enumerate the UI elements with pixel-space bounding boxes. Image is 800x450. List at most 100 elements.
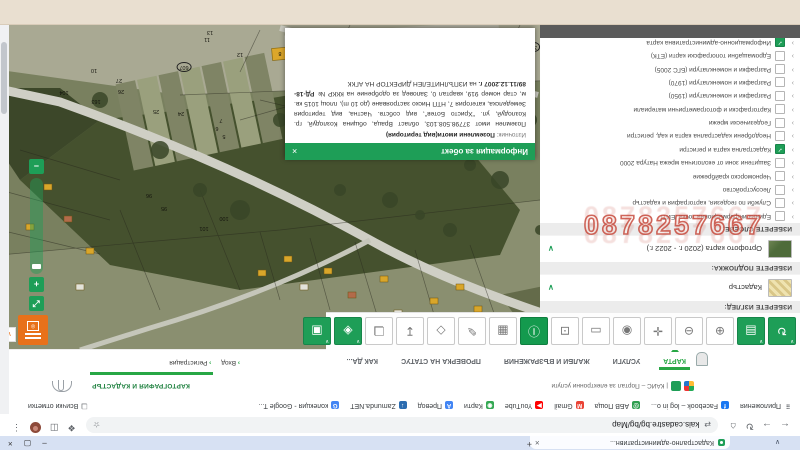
view-selector[interactable]: Кадастър ∨ xyxy=(540,274,800,301)
layer-checkbox[interactable]: ✓ xyxy=(775,64,785,74)
layer-row[interactable]: › ✓ Защитени зони от екологична мрежа На… xyxy=(540,156,800,169)
window-maximize-button[interactable]: ▢ xyxy=(24,437,32,449)
all-bookmarks-button[interactable]: ❏ Всички отметки xyxy=(14,402,88,410)
bookmark-item[interactable]: M Gmail xyxy=(554,402,583,410)
measure-distance-tool[interactable]: ✎ xyxy=(458,318,486,346)
zoom-slider[interactable] xyxy=(30,178,43,274)
draw-polygon-tool[interactable]: ◇ xyxy=(427,318,455,346)
nav-item[interactable]: КАРТА xyxy=(661,351,688,370)
panel-toggle-button[interactable]: ◎ xyxy=(18,315,48,345)
zoom-in-tool[interactable]: ⊕ xyxy=(706,318,734,346)
layer-checkbox[interactable]: ✓ xyxy=(775,171,785,181)
print-button[interactable]: ∨▣ xyxy=(303,318,331,346)
zoom-rect-tool[interactable]: ▭ xyxy=(582,318,610,346)
expander-icon[interactable]: › xyxy=(789,52,794,59)
layer-row[interactable]: › ✓ Кадастрална карта и регистри xyxy=(540,143,800,156)
layer-row[interactable]: › ✓ Служби по геодезия, картография и ка… xyxy=(540,196,800,209)
expander-icon[interactable]: › xyxy=(789,173,794,180)
url-field[interactable]: ⇄ kais.cadastre.bg/bg/Map ☆ xyxy=(86,417,718,433)
extensions-icon[interactable]: ❖ xyxy=(68,422,76,433)
pan-tool[interactable]: ✛ xyxy=(644,318,672,346)
layer-checkbox[interactable]: ✓ xyxy=(775,158,785,168)
expander-icon[interactable]: › xyxy=(789,39,794,46)
reset-view-button[interactable]: ∨↻ xyxy=(768,318,796,346)
bookmark-item[interactable]: ◉ Карти xyxy=(464,402,494,410)
expander-icon[interactable]: › xyxy=(789,92,794,99)
layer-row[interactable]: › ✓ Разграфки и номенклатури (1950) xyxy=(540,89,800,102)
browser-menu-icon[interactable]: ⋮ xyxy=(12,422,21,433)
zoom-out-tool[interactable]: ⊖ xyxy=(675,318,703,346)
layer-row[interactable]: › ✓ Неодобрени кадастрална карта и кад. … xyxy=(540,129,800,142)
layer-row[interactable]: › ✓ Геодезически мрежи xyxy=(540,116,800,129)
expander-icon[interactable]: › xyxy=(789,132,794,139)
register-link[interactable]: › Регистрация xyxy=(169,359,211,366)
browser-tab[interactable]: Кадастрално-административн... × xyxy=(530,436,730,449)
expander-icon[interactable]: › xyxy=(789,79,794,86)
page-scrollbar[interactable] xyxy=(0,25,9,414)
side-panel-icon[interactable]: ◫ xyxy=(50,422,59,433)
forward-icon[interactable]: → xyxy=(762,420,772,431)
bookmark-item[interactable]: А Превод xyxy=(418,402,453,410)
close-icon[interactable]: × xyxy=(292,147,297,157)
layer-checkbox[interactable]: ✓ xyxy=(775,198,785,208)
layer-row[interactable]: › ✓ Едромащабни топографски карти (ЕТК) xyxy=(540,49,800,62)
layer-checkbox[interactable]: ✓ xyxy=(775,118,785,128)
layers-button[interactable]: ∨▤ xyxy=(737,318,765,346)
measure-area-tool[interactable]: ▦ xyxy=(489,318,517,346)
layer-checkbox[interactable]: ✓ xyxy=(775,91,785,101)
layer-checkbox[interactable]: ✓ xyxy=(775,77,785,87)
profile-avatar[interactable] xyxy=(30,422,41,433)
chevron-down-icon[interactable]: ∨ xyxy=(548,284,554,293)
layer-checkbox[interactable]: ✓ xyxy=(775,185,785,195)
identify-tool[interactable]: Ⓘ xyxy=(520,318,548,346)
layer-checkbox[interactable]: ✓ xyxy=(775,104,785,114)
expander-icon[interactable]: › xyxy=(789,66,794,73)
reload-icon[interactable]: ↻ xyxy=(746,420,754,431)
home-icon[interactable]: ⌂ xyxy=(730,420,736,431)
layer-checkbox[interactable]: ✓ xyxy=(775,37,785,47)
prev-extent-tool[interactable]: ⊡ xyxy=(551,318,579,346)
site-info-icon[interactable]: ⇄ xyxy=(704,421,711,430)
scrollbar-thumb[interactable] xyxy=(2,42,8,114)
expander-icon[interactable]: › xyxy=(789,186,794,193)
bookmark-item[interactable]: ▶ YouTube xyxy=(505,402,544,410)
layer-row[interactable]: › ✓ Черноморско крайбрежие xyxy=(540,169,800,182)
zoom-slider-knob[interactable] xyxy=(32,264,41,269)
layer-checkbox[interactable]: ✓ xyxy=(775,144,785,154)
nav-item[interactable]: ЖАЛБИ И ВЪЗРАЖЕНИЯ xyxy=(502,351,592,370)
fullscreen-button[interactable]: ⤢ xyxy=(29,296,44,311)
expander-icon[interactable]: › xyxy=(789,199,794,206)
layer-row[interactable]: › ✓ Лесоустройство xyxy=(540,183,800,196)
zoom-in-button[interactable]: + xyxy=(29,277,44,292)
bookmark-item[interactable]: f Facebook – log in o... xyxy=(651,402,729,410)
nav-item[interactable]: ПРОВЕРКА НА СТАТУС xyxy=(399,351,483,370)
info-layers-button[interactable]: ∨◈ xyxy=(334,318,362,346)
login-link[interactable]: › Вход xyxy=(221,359,240,366)
chevron-down-icon[interactable]: ∨ xyxy=(548,245,554,254)
new-tab-button[interactable]: + xyxy=(527,439,532,449)
back-icon[interactable]: ← xyxy=(780,420,790,431)
bookmark-item[interactable]: ↓ Zamunda.NET xyxy=(350,402,407,410)
nav-item[interactable]: УСЛУГИ xyxy=(611,351,643,370)
full-extent-tool[interactable]: ◉ xyxy=(613,318,641,346)
download-tool[interactable]: ↧ xyxy=(396,318,424,346)
layer-checkbox[interactable]: ✓ xyxy=(775,131,785,141)
bookmark-item[interactable]: @ АБВ Поща xyxy=(595,402,640,410)
nav-item[interactable]: КАК ДА... xyxy=(345,351,380,370)
layer-row[interactable]: › ✓ Разграфки и номенклатури (БГС 2005) xyxy=(540,62,800,75)
expander-icon[interactable]: › xyxy=(789,146,794,153)
expander-icon[interactable]: › xyxy=(789,159,794,166)
expander-icon[interactable]: › xyxy=(789,106,794,113)
expander-icon[interactable]: › xyxy=(789,119,794,126)
bookmark-item[interactable]: ⠿ Приложения xyxy=(740,402,792,410)
zoom-out-button[interactable]: − xyxy=(29,159,44,174)
layer-checkbox[interactable]: ✓ xyxy=(775,51,785,61)
bookmark-item[interactable]: G колекция - Google Т... xyxy=(259,402,340,410)
tab-close-icon[interactable]: × xyxy=(535,438,540,447)
window-close-button[interactable]: × xyxy=(8,437,13,449)
select-tool[interactable]: ❏ xyxy=(365,318,393,346)
layer-row[interactable]: › ✓ Разграфки и номенклатури (1970) xyxy=(540,76,800,89)
bookmark-star-icon[interactable]: ☆ xyxy=(93,421,100,430)
tab-search-chevron-icon[interactable]: ∨ xyxy=(771,437,784,448)
window-minimize-button[interactable]: – xyxy=(42,437,46,449)
